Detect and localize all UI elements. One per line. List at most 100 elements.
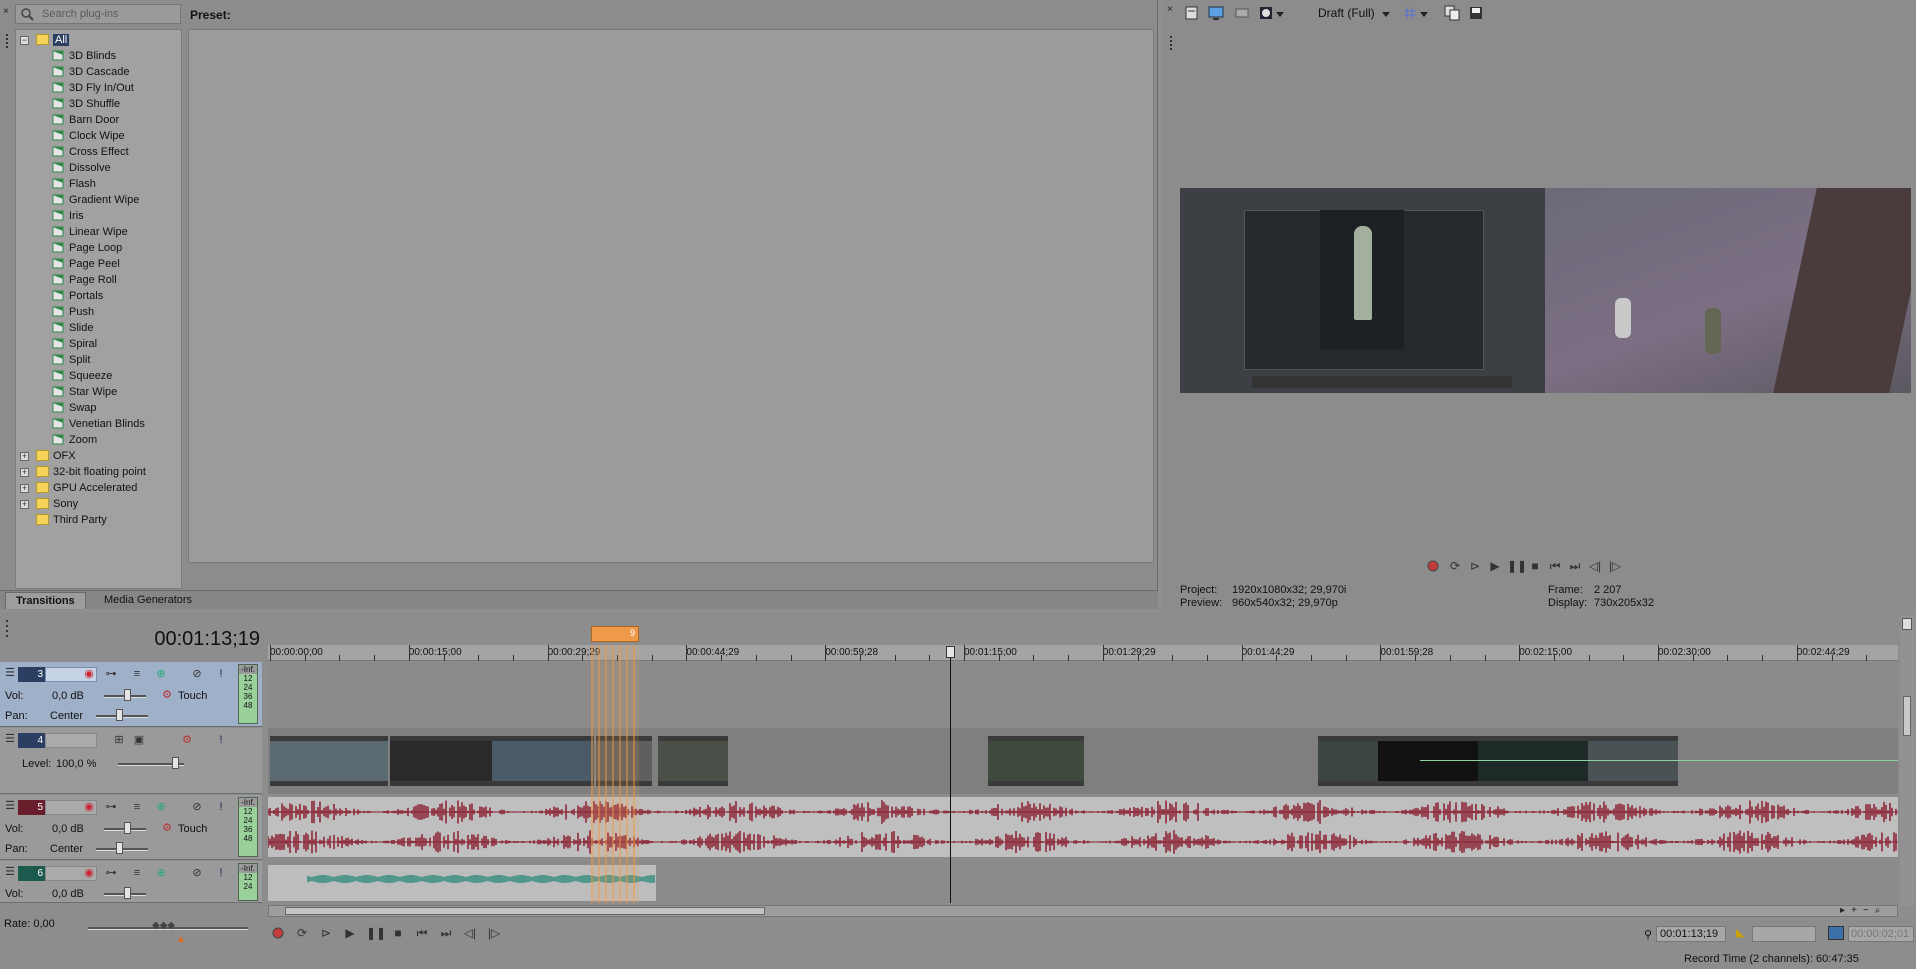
tree-item-transition[interactable]: Cross Effect	[52, 144, 129, 160]
tree-item-transition[interactable]: Squeeze	[52, 368, 112, 384]
volume-knob[interactable]	[124, 689, 131, 701]
parent-motion-icon[interactable]: ▣	[132, 733, 146, 747]
play-from-start-icon[interactable]: ⊳	[318, 925, 334, 941]
time-ruler[interactable]: 00:00:00;00 00:00:15;00 00:00:29;29 00:00:4…	[268, 645, 1902, 661]
loop-icon[interactable]: ⟳	[294, 925, 310, 941]
track-lane-4[interactable]	[268, 728, 1898, 794]
tree-item-transition[interactable]: 3D Fly In/Out	[52, 80, 134, 96]
grip-icon[interactable]	[4, 620, 10, 644]
arm-record-icon[interactable]: ◉	[82, 800, 96, 814]
end-time-field[interactable]: 00:00:02;01	[1848, 926, 1914, 942]
solo-icon[interactable]: !	[214, 800, 228, 814]
bus-send-icon[interactable]: ⊕	[154, 667, 168, 681]
automation-mode[interactable]: Touch	[178, 690, 207, 702]
tree-root-all[interactable]: − All	[20, 32, 70, 48]
video-clip[interactable]	[492, 736, 594, 786]
properties-icon[interactable]	[1184, 5, 1200, 21]
tree-item-transition[interactable]: Portals	[52, 288, 103, 304]
preview-frame[interactable]	[1180, 188, 1911, 393]
loop-icon[interactable]: ⟳	[1447, 558, 1463, 574]
playhead-handle[interactable]	[946, 646, 955, 658]
video-clip[interactable]	[1588, 736, 1678, 786]
play-icon[interactable]: ▶	[342, 925, 358, 941]
stop-icon[interactable]: ■	[390, 925, 406, 941]
tree-item-transition[interactable]: Push	[52, 304, 94, 320]
go-to-start-icon[interactable]: ⏮	[1547, 558, 1563, 574]
mute-icon[interactable]: ⊘	[190, 667, 204, 681]
tree-item-transition[interactable]: 3D Blinds	[52, 48, 116, 64]
envelope-line[interactable]	[1420, 760, 1898, 761]
go-to-end-icon[interactable]: ⏭	[438, 925, 454, 941]
loop-region-marker[interactable]: 9	[591, 626, 639, 642]
play-from-start-icon[interactable]: ⊳	[1467, 558, 1483, 574]
selection-length-field[interactable]	[1752, 926, 1816, 942]
tree-folder[interactable]: + OFX	[20, 448, 76, 464]
bus-send-icon[interactable]: ⊕	[154, 866, 168, 880]
track-header-3[interactable]: ☰ 3 ◉ ⊶ ≡ ⊕ ⊘ ! Vol: 0,0 dB ⚙ Touch Pan:…	[0, 662, 262, 727]
next-frame-icon[interactable]: |▷	[1607, 558, 1623, 574]
search-input[interactable]: Search plug-ins	[15, 4, 181, 24]
track-fx-icon[interactable]: ⚙	[180, 733, 194, 747]
overlay-icon[interactable]	[1258, 5, 1274, 21]
tree-item-transition[interactable]: Spiral	[52, 336, 97, 352]
audio-clip[interactable]	[268, 797, 1898, 857]
playhead-line[interactable]	[950, 648, 951, 903]
panel-grip-icon[interactable]: ×	[1166, 2, 1176, 62]
track-header-4[interactable]: ☰ 4 ⊞ ▣ ⚙ ! Level: 100,0 %	[0, 728, 262, 794]
automation-mode[interactable]: Touch	[178, 823, 207, 835]
tree-item-transition[interactable]: Barn Door	[52, 112, 119, 128]
play-icon[interactable]: ▶	[1487, 558, 1503, 574]
video-clip[interactable]	[390, 736, 500, 786]
grid-icon[interactable]	[1402, 5, 1418, 21]
chevron-down-icon[interactable]	[1276, 9, 1292, 25]
tree-item-transition[interactable]: Page Loop	[52, 240, 122, 256]
go-to-end-icon[interactable]: ⏭	[1567, 558, 1583, 574]
copy-snapshot-icon[interactable]	[1444, 5, 1460, 21]
preset-area[interactable]	[188, 29, 1154, 563]
bus-send-icon[interactable]: ⊕	[154, 800, 168, 814]
compositing-mode-icon[interactable]: ⊞	[112, 733, 126, 747]
tree-item-transition[interactable]: 3D Cascade	[52, 64, 130, 80]
video-clip[interactable]	[1378, 736, 1478, 786]
tree-item-transition[interactable]: Flash	[52, 176, 96, 192]
split-screen-icon[interactable]	[1234, 5, 1250, 21]
tree-item-transition[interactable]: Star Wipe	[52, 384, 117, 400]
go-to-start-icon[interactable]: ⏮	[414, 925, 430, 941]
arm-record-icon[interactable]: ◉	[82, 667, 96, 681]
expand-icon[interactable]: +	[20, 500, 29, 509]
video-clip[interactable]	[1478, 736, 1588, 786]
fx-icon[interactable]: ⊶	[104, 866, 118, 880]
touch-mode-icon[interactable]: ⚙	[160, 821, 174, 835]
expand-icon[interactable]: +	[20, 468, 29, 477]
pause-icon[interactable]: ❚❚	[1507, 558, 1527, 574]
arm-record-icon[interactable]: ◉	[82, 866, 96, 880]
scroll-thumb[interactable]	[285, 907, 765, 915]
preview-quality-select[interactable]: Draft (Full)	[1318, 6, 1375, 20]
expand-icon[interactable]: +	[20, 452, 29, 461]
track-lane-3[interactable]	[268, 662, 1898, 727]
audio-clip[interactable]	[268, 865, 656, 901]
scroll-thumb[interactable]	[1903, 696, 1911, 736]
mute-icon[interactable]: ⊘	[190, 866, 204, 880]
tree-item-transition[interactable]: Linear Wipe	[52, 224, 128, 240]
video-clip[interactable]	[596, 736, 652, 786]
tree-item-transition[interactable]: Split	[52, 352, 90, 368]
previous-frame-icon[interactable]: ◁|	[462, 925, 478, 941]
fx-icon[interactable]: ⊶	[104, 800, 118, 814]
close-icon[interactable]: ×	[0, 0, 14, 80]
tab-transitions[interactable]: Transitions	[5, 592, 86, 609]
collapse-icon[interactable]: −	[20, 36, 29, 45]
video-clip[interactable]	[988, 736, 1084, 786]
video-clip[interactable]	[270, 736, 388, 786]
horizontal-scrollbar[interactable]	[268, 905, 1898, 917]
tree-item-transition[interactable]: Gradient Wipe	[52, 192, 139, 208]
track-lane-5[interactable]	[268, 795, 1898, 860]
track-name-field[interactable]	[45, 733, 97, 748]
tree-item-transition[interactable]: Dissolve	[52, 160, 111, 176]
record-icon[interactable]	[270, 925, 286, 941]
timeline-current-time[interactable]: 00:01:13;19	[130, 628, 260, 651]
video-clip[interactable]	[658, 736, 728, 786]
solo-icon[interactable]: !	[214, 733, 228, 747]
solo-icon[interactable]: !	[214, 667, 228, 681]
tree-item-transition[interactable]: Page Roll	[52, 272, 117, 288]
